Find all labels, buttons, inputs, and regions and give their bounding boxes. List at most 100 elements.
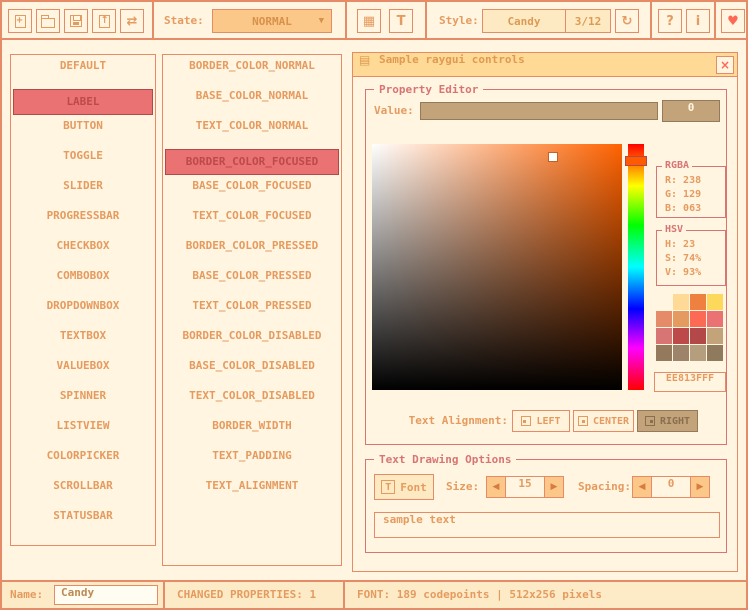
color-swatch[interactable] — [707, 294, 723, 310]
list-item-control[interactable]: BUTTON — [13, 119, 153, 145]
list-item-property[interactable]: TEXT_COLOR_FOCUSED — [165, 209, 339, 235]
color-swatch[interactable] — [656, 345, 672, 361]
size-decrease-button[interactable]: ◀ — [486, 476, 506, 498]
color-swatch[interactable] — [656, 328, 672, 344]
list-item-control[interactable]: PROGRESSBAR — [13, 209, 153, 235]
toolbar-divider — [345, 2, 347, 38]
list-item-property[interactable]: BASE_COLOR_NORMAL — [165, 89, 339, 115]
shuffle-icon: ⇄ — [127, 14, 138, 29]
new-style-button[interactable] — [8, 9, 32, 33]
close-icon: × — [720, 58, 730, 72]
help-button[interactable]: ? — [658, 9, 682, 33]
sample-text-input[interactable]: sample text — [374, 512, 720, 538]
list-item-control[interactable]: DROPDOWNBOX — [13, 299, 153, 325]
spacing-increase-button[interactable]: ▶ — [690, 476, 710, 498]
color-swatch[interactable] — [707, 311, 723, 327]
align-right-icon — [645, 416, 655, 426]
list-item-property[interactable]: BASE_COLOR_FOCUSED — [165, 179, 339, 205]
list-item-property[interactable]: BASE_COLOR_DISABLED — [165, 359, 339, 385]
list-item-control[interactable]: CHECKBOX — [13, 239, 153, 265]
list-item-property[interactable]: TEXT_ALIGNMENT — [165, 479, 339, 505]
list-item-property[interactable]: BORDER_COLOR_DISABLED — [165, 329, 339, 355]
spacing-value[interactable]: 0 — [652, 476, 690, 498]
about-button[interactable]: i — [686, 9, 710, 33]
close-button[interactable]: × — [716, 56, 734, 74]
list-item-control[interactable]: VALUEBOX — [13, 359, 153, 385]
list-item-control[interactable]: SPINNER — [13, 389, 153, 415]
list-item-property[interactable]: TEXT_PADDING — [165, 449, 339, 475]
color-swatch[interactable] — [673, 294, 689, 310]
random-style-button[interactable]: ⇄ — [120, 9, 144, 33]
name-label: Name: — [10, 582, 43, 608]
color-swatch[interactable] — [656, 311, 672, 327]
save-icon — [70, 15, 82, 27]
list-item-control-selected[interactable]: LABEL — [13, 89, 153, 115]
color-swatch[interactable] — [656, 294, 672, 310]
list-item-property[interactable]: BORDER_COLOR_PRESSED — [165, 239, 339, 265]
value-slider[interactable] — [420, 102, 658, 120]
value-box[interactable]: 0 — [662, 100, 720, 122]
list-item-control[interactable]: STATUSBAR — [13, 509, 153, 535]
new-file-icon — [15, 15, 26, 28]
list-item-control[interactable]: TOGGLE — [13, 149, 153, 175]
list-item-control[interactable]: LISTVIEW — [13, 419, 153, 445]
align-center-toggle[interactable]: CENTER — [573, 410, 634, 432]
size-increase-button[interactable]: ▶ — [544, 476, 564, 498]
color-swatch[interactable] — [673, 328, 689, 344]
rgba-r-value: R: 238 — [665, 174, 725, 188]
style-counter[interactable]: 3/12 — [565, 9, 611, 33]
sponsor-button[interactable]: ♥ — [721, 9, 745, 33]
list-item-property[interactable]: TEXT_COLOR_DISABLED — [165, 389, 339, 415]
style-name-box[interactable]: Candy — [482, 9, 566, 33]
heart-icon: ♥ — [727, 14, 739, 29]
style-name-input[interactable]: Candy — [54, 585, 158, 605]
color-picker-cursor[interactable] — [549, 153, 557, 161]
spacing-label: Spacing: — [578, 474, 631, 500]
text-edit-toggle-button[interactable]: T — [389, 9, 413, 33]
list-item-control[interactable]: SLIDER — [13, 179, 153, 205]
hex-color-input[interactable]: EE813FFF — [654, 372, 726, 392]
toolbar-divider — [714, 2, 716, 38]
color-picker-area[interactable] — [372, 144, 622, 390]
export-style-button[interactable] — [92, 9, 116, 33]
grid-toggle-button[interactable]: ▦ — [357, 9, 381, 33]
list-item-property-selected[interactable]: BORDER_COLOR_FOCUSED — [165, 149, 339, 175]
state-dropdown[interactable]: NORMAL ▼ — [212, 9, 332, 33]
list-item-property[interactable]: TEXT_COLOR_PRESSED — [165, 299, 339, 325]
hue-cursor[interactable] — [625, 156, 647, 166]
size-spinner: ◀ 15 ▶ — [486, 476, 564, 498]
window-titlebar[interactable]: ▤ Sample raygui controls × — [353, 53, 737, 77]
list-item-property[interactable]: TEXT_COLOR_NORMAL — [165, 119, 339, 145]
color-swatch[interactable] — [690, 294, 706, 310]
list-item-control[interactable]: DEFAULT — [13, 59, 153, 85]
align-left-icon — [521, 416, 531, 426]
font-button[interactable]: T Font — [374, 474, 434, 500]
list-item-property[interactable]: BASE_COLOR_PRESSED — [165, 269, 339, 295]
list-item-control[interactable]: COMBOBOX — [13, 269, 153, 295]
save-style-button[interactable] — [64, 9, 88, 33]
list-item-property[interactable]: BORDER_WIDTH — [165, 419, 339, 445]
color-swatch[interactable] — [707, 328, 723, 344]
color-swatch[interactable] — [690, 311, 706, 327]
align-left-toggle[interactable]: LEFT — [512, 410, 570, 432]
load-style-button[interactable] — [36, 9, 60, 33]
color-swatch[interactable] — [690, 328, 706, 344]
align-right-toggle[interactable]: RIGHT — [637, 410, 698, 432]
color-swatch[interactable] — [673, 345, 689, 361]
list-item-control[interactable]: TEXTBOX — [13, 329, 153, 355]
list-item-property[interactable]: BORDER_COLOR_NORMAL — [165, 59, 339, 85]
color-swatch[interactable] — [707, 345, 723, 361]
color-swatch[interactable] — [673, 311, 689, 327]
color-swatch[interactable] — [690, 345, 706, 361]
arrow-left-icon: ◀ — [639, 482, 646, 492]
text-drawing-options-group: Text Drawing Options T Font Size: ◀ 15 ▶… — [365, 459, 727, 553]
align-center-label: CENTER — [593, 416, 629, 427]
size-label: Size: — [446, 474, 479, 500]
spacing-decrease-button[interactable]: ◀ — [632, 476, 652, 498]
reload-style-button[interactable]: ↻ — [615, 9, 639, 33]
list-item-control[interactable]: COLORPICKER — [13, 449, 153, 475]
list-item-control[interactable]: SCROLLBAR — [13, 479, 153, 505]
rgba-title: RGBA — [662, 160, 692, 171]
size-value[interactable]: 15 — [506, 476, 544, 498]
hue-bar[interactable] — [628, 144, 644, 390]
